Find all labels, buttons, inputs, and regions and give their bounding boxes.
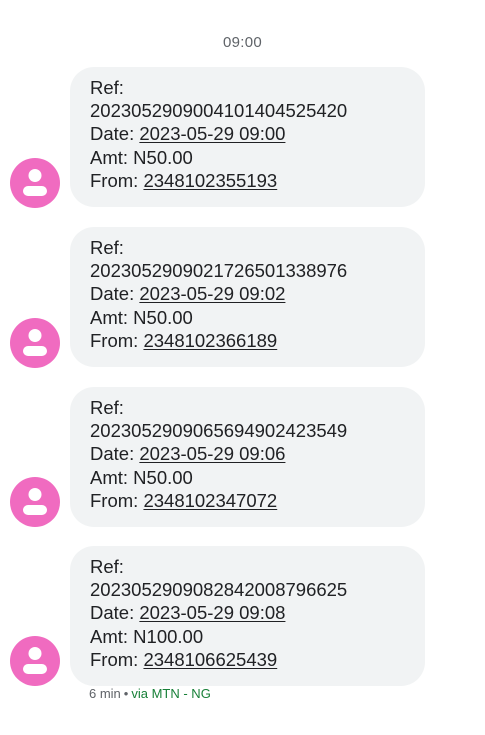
carrier-label: via MTN - NG: [131, 686, 211, 701]
date-link[interactable]: 2023-05-29 09:08: [139, 602, 285, 623]
conversation-timestamp: 09:00: [222, 34, 263, 51]
phone-link[interactable]: 2348106625439: [143, 649, 277, 670]
phone-link[interactable]: 2348102366189: [143, 330, 277, 351]
contact-avatar[interactable]: [10, 318, 60, 368]
amount-value: N50.00: [133, 146, 193, 168]
ref-label: Ref:: [90, 237, 124, 258]
ref-value: 2023052909082842008796625: [90, 579, 348, 601]
person-icon: [23, 647, 47, 674]
from-label: From:: [90, 489, 139, 511]
date-link[interactable]: 2023-05-29 09:06: [139, 443, 285, 464]
ref-line: Ref:: [90, 236, 425, 259]
date-label: Date:: [90, 443, 135, 465]
person-icon: [23, 488, 47, 515]
amount-value: N100.00: [133, 625, 204, 647]
date-label: Date:: [90, 123, 135, 145]
date-label: Date:: [90, 602, 135, 624]
message-bubble[interactable]: Ref: 2023052909082842008796625 Date: 202…: [70, 546, 425, 686]
date-line: Date: 2023-05-29 09:00: [90, 122, 425, 145]
time-ago: 6 min: [89, 686, 121, 701]
amount-line: Amt: N50.00: [90, 466, 425, 489]
amount-label: Amt:: [90, 146, 129, 168]
ref-line: Ref:: [90, 396, 425, 419]
contact-avatar[interactable]: [10, 477, 60, 527]
date-line: Date: 2023-05-29 09:02: [90, 282, 425, 305]
from-line: From: 2348102355193: [90, 169, 425, 192]
phone-link[interactable]: 2348102355193: [143, 170, 277, 191]
person-icon: [23, 329, 47, 356]
amount-line: Amt: N100.00: [90, 625, 425, 648]
message-bubble[interactable]: Ref: 2023052909004101404525420 Date: 202…: [70, 67, 425, 207]
person-icon: [23, 169, 47, 196]
date-line: Date: 2023-05-29 09:06: [90, 442, 425, 465]
ref-value: 2023052909065694902423549: [90, 420, 348, 442]
ref-line: Ref:: [90, 76, 425, 99]
message-bubble[interactable]: Ref: 2023052909065694902423549 Date: 202…: [70, 387, 425, 527]
message-status: 6 min • via MTN - NG: [89, 686, 211, 701]
from-line: From: 2348102366189: [90, 329, 425, 352]
contact-avatar[interactable]: [10, 158, 60, 208]
contact-avatar[interactable]: [10, 636, 60, 686]
from-line: From: 2348102347072: [90, 489, 425, 512]
amount-line: Amt: N50.00: [90, 146, 425, 169]
amount-label: Amt:: [90, 625, 129, 647]
date-line: Date: 2023-05-29 09:08: [90, 601, 425, 624]
ref-value: 2023052909021726501338976: [90, 260, 348, 282]
ref-value: 2023052909004101404525420: [90, 100, 348, 122]
amount-value: N50.00: [133, 466, 193, 488]
message-bubble[interactable]: Ref: 2023052909021726501338976 Date: 202…: [70, 227, 425, 367]
ref-label: Ref:: [90, 77, 124, 98]
amount-value: N50.00: [133, 306, 193, 328]
phone-link[interactable]: 2348102347072: [143, 490, 277, 511]
amount-line: Amt: N50.00: [90, 306, 425, 329]
from-label: From:: [90, 648, 139, 670]
ref-label: Ref:: [90, 397, 124, 418]
from-label: From:: [90, 169, 139, 191]
from-label: From:: [90, 329, 139, 351]
from-line: From: 2348106625439: [90, 648, 425, 671]
ref-label: Ref:: [90, 556, 124, 577]
date-link[interactable]: 2023-05-29 09:00: [139, 123, 285, 144]
date-link[interactable]: 2023-05-29 09:02: [139, 283, 285, 304]
ref-line: Ref:: [90, 555, 425, 578]
amount-label: Amt:: [90, 306, 129, 328]
amount-label: Amt:: [90, 466, 129, 488]
date-label: Date:: [90, 283, 135, 305]
separator: •: [123, 686, 129, 701]
